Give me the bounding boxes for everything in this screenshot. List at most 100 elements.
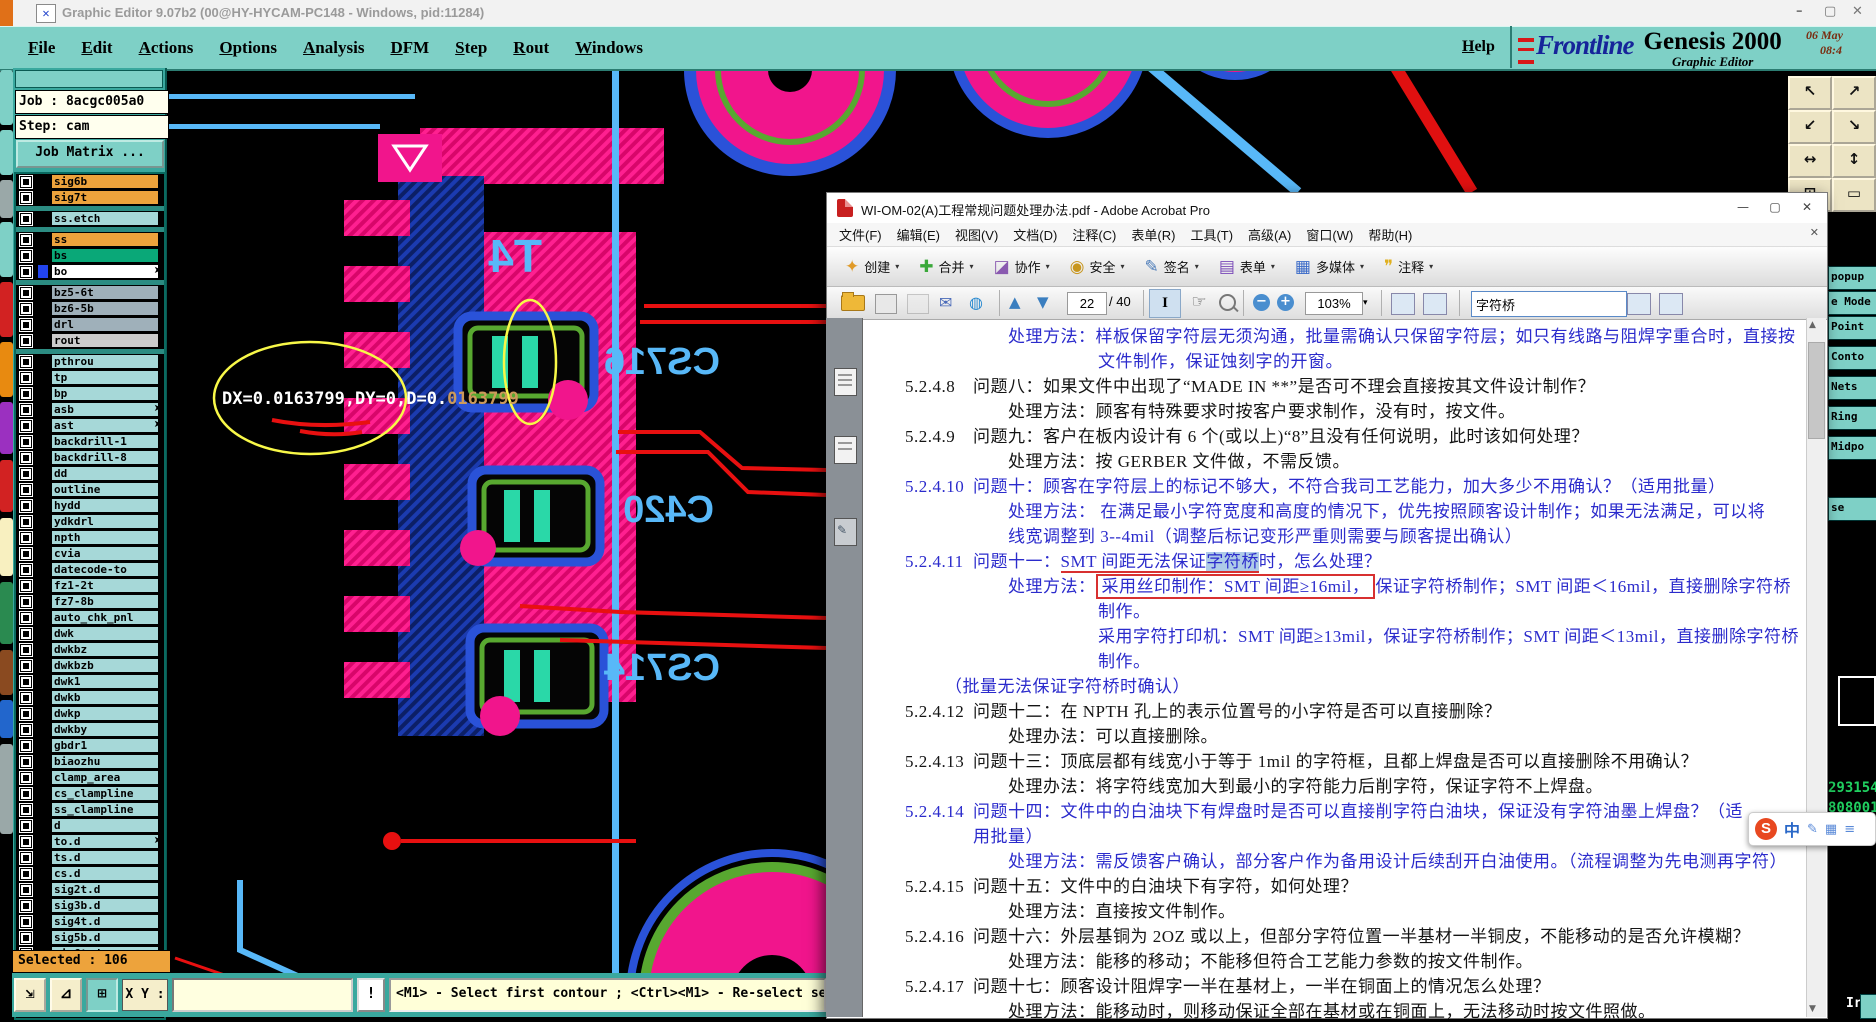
layer-color-box[interactable] [38, 191, 48, 204]
find-previous-icon[interactable] [1627, 293, 1651, 315]
layer-color-box[interactable] [38, 451, 48, 464]
layer-checkbox[interactable] [19, 467, 33, 481]
xy-input[interactable] [172, 978, 353, 1012]
layer-name[interactable]: ts.d [52, 851, 158, 864]
layer-name[interactable]: backdrill-1 [52, 435, 158, 448]
layer-color-box[interactable] [38, 286, 48, 299]
layer-row[interactable]: gbdr1 [16, 738, 164, 754]
panel-fragment[interactable]: Nets [1828, 376, 1876, 400]
layer-checkbox[interactable] [19, 515, 33, 529]
layer-name[interactable]: bo [52, 265, 158, 278]
ime-menu-icon[interactable]: ≡ [1844, 822, 1855, 837]
layer-color-box[interactable] [38, 675, 48, 688]
toolbar-button-多媒体[interactable]: ▦ 多媒体 ▾ [1295, 257, 1364, 277]
job-field[interactable]: Job : 8acgc005a0 [15, 90, 169, 114]
resize-tool-button[interactable]: ⇲ [14, 978, 46, 1012]
panel-fragment[interactable]: Midpo [1828, 436, 1876, 460]
layer-checkbox[interactable] [19, 675, 33, 689]
print-icon[interactable] [875, 294, 897, 314]
layer-row[interactable]: biaozhu [16, 754, 164, 770]
pdf-menu-D[interactable]: 文档(D) [1013, 225, 1057, 244]
layer-name[interactable]: dwkb [52, 691, 158, 704]
layer-name[interactable]: bp [52, 387, 158, 400]
layer-name[interactable]: gbdr1 [52, 739, 158, 752]
layer-row[interactable]: dwk [16, 626, 164, 642]
layer-row[interactable]: dwkbz [16, 642, 164, 658]
pdf-menu-A[interactable]: 高级(A) [1248, 225, 1291, 244]
layer-name[interactable]: bz5-6t [52, 286, 158, 299]
layer-name[interactable]: dwk1 [52, 675, 158, 688]
fit-page-icon[interactable] [1423, 293, 1447, 315]
layer-color-box[interactable] [38, 723, 48, 736]
layer-name[interactable]: tp [52, 371, 158, 384]
layer-name[interactable]: cvia [52, 547, 158, 560]
layer-color-box[interactable] [38, 302, 48, 315]
layer-row[interactable]: ss.etch [16, 211, 164, 227]
layer-checkbox[interactable] [19, 787, 33, 801]
job-matrix-button[interactable]: Job Matrix ... [16, 140, 164, 168]
close-icon[interactable]: ✕ [1852, 4, 1863, 19]
zoom-out-icon[interactable]: − [1253, 294, 1270, 311]
layer-color-box[interactable] [38, 659, 48, 672]
pdf-menu-R[interactable]: 表单(R) [1131, 225, 1175, 244]
layer-name[interactable]: biaozhu [52, 755, 158, 768]
menu-analysis[interactable]: Analysis [303, 38, 364, 58]
layer-color-box[interactable] [38, 787, 48, 800]
panel-fragment[interactable]: popup [1828, 266, 1876, 290]
view-button[interactable]: ↕ [1832, 144, 1876, 178]
zoom-level-input[interactable] [1305, 292, 1363, 315]
layer-row[interactable]: asb ➤ [16, 402, 164, 418]
pdf-menu-V[interactable]: 视图(V) [955, 225, 998, 244]
layer-checkbox[interactable] [19, 355, 33, 369]
layer-checkbox[interactable] [19, 579, 33, 593]
layer-checkbox[interactable] [19, 483, 33, 497]
layer-row[interactable]: dwk1 [16, 674, 164, 690]
tool-strip[interactable] [0, 402, 13, 454]
layer-row[interactable]: sig4t.d [16, 914, 164, 930]
layer-color-box[interactable] [38, 563, 48, 576]
view-button[interactable]: ↙ [1788, 110, 1832, 144]
layer-name[interactable]: cs_clampline [52, 787, 158, 800]
layer-row[interactable]: ts.d [16, 850, 164, 866]
menu-help[interactable]: Help [1462, 38, 1495, 56]
tool-strip[interactable] [0, 744, 13, 834]
layer-row[interactable]: sig2t.d [16, 882, 164, 898]
layer-checkbox[interactable] [19, 739, 33, 753]
menu-actions[interactable]: Actions [139, 38, 194, 58]
layer-checkbox[interactable] [19, 707, 33, 721]
layer-checkbox[interactable] [19, 691, 33, 705]
layer-row[interactable]: bz5-6t [16, 285, 164, 301]
layer-color-box[interactable] [38, 627, 48, 640]
layer-checkbox[interactable] [19, 286, 33, 300]
layer-row[interactable]: fz7-8b [16, 594, 164, 610]
layer-checkbox[interactable] [19, 451, 33, 465]
pdf-menu-C[interactable]: 注释(C) [1072, 225, 1116, 244]
layer-checkbox[interactable] [19, 899, 33, 913]
layer-name[interactable]: cs.d [52, 867, 158, 880]
layer-row[interactable]: ydkdrl [16, 514, 164, 530]
layer-name[interactable]: sig4t.d [52, 915, 158, 928]
layer-row[interactable]: cs.d [16, 866, 164, 882]
layer-color-box[interactable] [38, 371, 48, 384]
layer-name[interactable]: ast [52, 419, 158, 432]
minimize-icon[interactable]: — [1729, 197, 1757, 217]
layer-row[interactable]: fz1-2t [16, 578, 164, 594]
signatures-panel-icon[interactable]: ✎ [834, 518, 857, 546]
layer-row[interactable]: auto_chk_pnl [16, 610, 164, 626]
panel-fragment[interactable]: Ring [1828, 406, 1876, 430]
layer-checkbox[interactable] [19, 249, 33, 263]
layer-checkbox[interactable] [19, 883, 33, 897]
layer-checkbox[interactable] [19, 175, 33, 189]
previous-page-icon[interactable]: ▲ [1009, 293, 1021, 317]
menu-dfm[interactable]: DFM [390, 38, 429, 58]
panel-fragment[interactable]: Conto [1828, 346, 1876, 370]
layer-checkbox[interactable] [19, 915, 33, 929]
layer-checkbox[interactable] [19, 771, 33, 785]
layer-name[interactable]: sig7t [52, 191, 158, 204]
tool-strip[interactable] [0, 70, 13, 125]
layer-row[interactable]: dwkb [16, 690, 164, 706]
layer-checkbox[interactable] [19, 659, 33, 673]
layer-checkbox[interactable] [19, 435, 33, 449]
view-button[interactable]: ↖ [1788, 76, 1832, 110]
layer-name[interactable]: clamp_area [52, 771, 158, 784]
